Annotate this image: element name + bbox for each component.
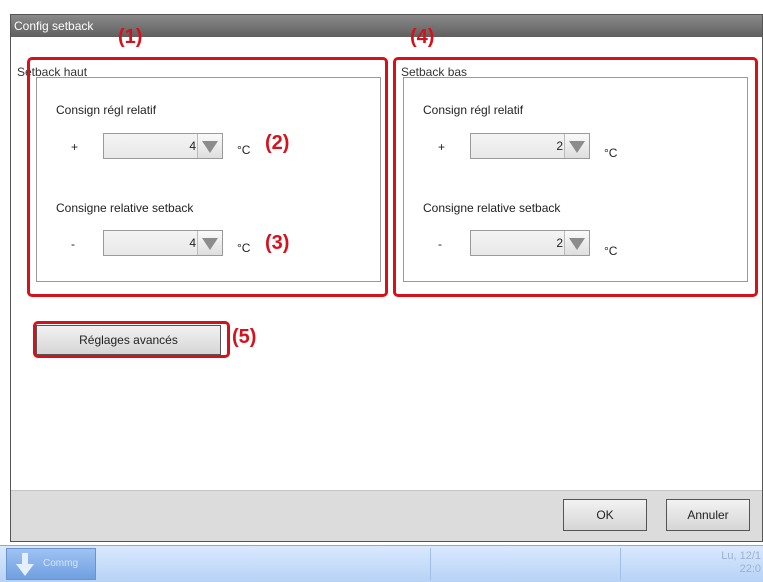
- action-bar: OK Annuler: [11, 490, 762, 541]
- callout-box-4: [393, 57, 758, 297]
- callout-5: (5): [232, 326, 257, 348]
- callout-box-1: [27, 57, 388, 297]
- cancel-button[interactable]: Annuler: [666, 499, 750, 531]
- ok-label: OK: [596, 508, 614, 522]
- task-label: Commg: [43, 558, 79, 569]
- clock: Lu, 12/1 22:0: [721, 550, 761, 576]
- clock-date: Lu, 12/1: [721, 550, 761, 562]
- task-button[interactable]: Commg: [6, 548, 96, 580]
- taskbar-divider: [620, 548, 621, 580]
- callout-3: (3): [265, 232, 290, 254]
- callout-2: (2): [265, 132, 290, 154]
- callout-1: (1): [118, 26, 143, 48]
- taskbar-divider: [430, 548, 431, 580]
- taskbar: Commg Lu, 12/1 22:0: [0, 545, 763, 582]
- ok-button[interactable]: OK: [563, 499, 647, 531]
- down-arrow-icon: [16, 553, 34, 576]
- cancel-label: Annuler: [687, 508, 729, 522]
- clock-time: 22:0: [739, 563, 761, 575]
- callout-4: (4): [410, 26, 435, 48]
- callout-box-5: [33, 321, 230, 358]
